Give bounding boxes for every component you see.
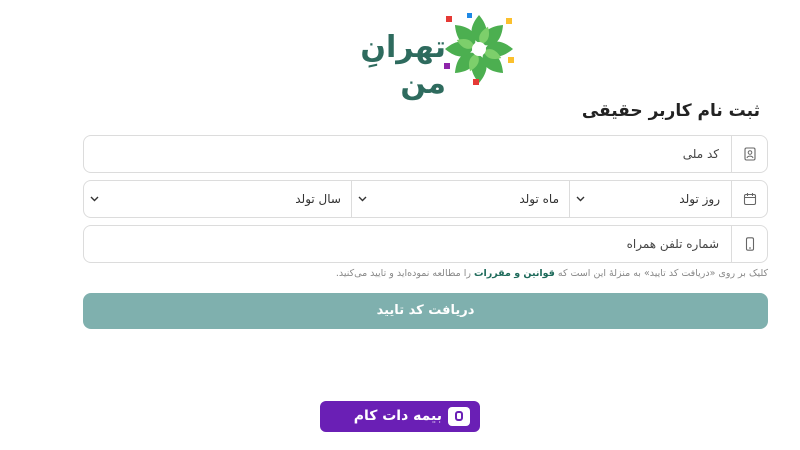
birth-month-label: ماه تولد bbox=[519, 192, 559, 206]
id-card-icon bbox=[731, 136, 767, 172]
birth-year-label: سال تولد bbox=[295, 192, 341, 206]
birth-month-select[interactable]: ماه تولد bbox=[351, 181, 569, 217]
bimeh-com-badge[interactable]: بیمه دات کام bbox=[320, 401, 480, 432]
terms-notice-before: کلیک بر روی «دریافت کد تایید» به منزلهٔ … bbox=[554, 268, 768, 279]
birth-year-select[interactable]: سال تولد bbox=[84, 181, 351, 217]
mobile-phone-field[interactable]: شماره تلفن همراه bbox=[83, 225, 768, 263]
get-verification-code-button[interactable]: دریافت کد تایید bbox=[83, 293, 768, 329]
mobile-phone-icon bbox=[731, 226, 767, 262]
birth-day-label: روز تولد bbox=[679, 192, 720, 206]
national-code-field[interactable]: کد ملی bbox=[83, 135, 768, 173]
logo-flower-icon bbox=[444, 13, 514, 85]
logo-text: تهرانِ من bbox=[360, 30, 446, 101]
terms-notice-after: را مطالعه نموده‌اید و تایید می‌کنید. bbox=[335, 268, 474, 279]
terms-notice: کلیک بر روی «دریافت کد تایید» به منزلهٔ … bbox=[336, 268, 768, 279]
mobile-phone-placeholder: شماره تلفن همراه bbox=[626, 237, 719, 251]
calendar-icon bbox=[731, 181, 767, 217]
tehran-man-logo: تهرانِ من bbox=[334, 12, 516, 101]
birth-date-field: روز تولد ماه تولد سال تولد bbox=[83, 180, 768, 218]
national-code-placeholder: کد ملی bbox=[682, 147, 719, 161]
form-title: ثبت نام کاربر حقیقی bbox=[581, 101, 760, 121]
terms-link[interactable]: قوانین و مقررات bbox=[474, 268, 555, 279]
birth-day-select[interactable]: روز تولد bbox=[569, 181, 730, 217]
badge-text: بیمه دات کام bbox=[353, 408, 442, 424]
bimeh-logo-icon bbox=[448, 407, 470, 426]
